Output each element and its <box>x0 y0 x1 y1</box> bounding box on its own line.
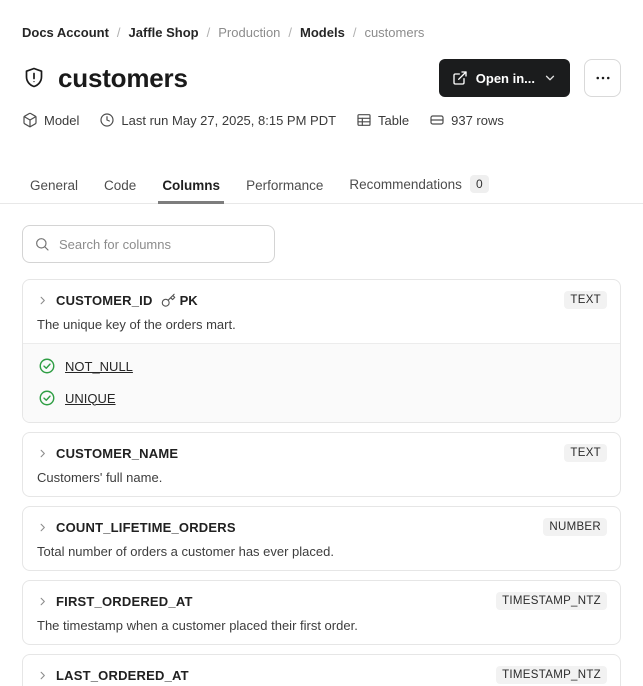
breadcrumb-separator: / <box>288 25 293 40</box>
column-name: COUNT_LIFETIME_ORDERS <box>56 519 236 535</box>
breadcrumb-item-current: customers <box>364 25 425 40</box>
chevron-right-icon[interactable] <box>37 670 48 681</box>
meta-last-run: Last run May 27, 2025, 8:15 PM PDT <box>99 112 336 128</box>
column-search <box>22 225 275 263</box>
key-icon <box>161 293 176 308</box>
ellipsis-icon <box>594 69 612 87</box>
chevron-right-icon[interactable] <box>37 448 48 459</box>
column-type-badge: TEXT <box>564 444 607 462</box>
column-name: CUSTOMER_ID <box>56 292 153 308</box>
tab-performance[interactable]: Performance <box>246 178 323 203</box>
column-description: Total number of orders a customer has ev… <box>37 544 334 559</box>
meta-materialization: Table <box>356 112 409 128</box>
column-type-badge: TIMESTAMP_NTZ <box>496 592 607 610</box>
column-card-last-ordered-at: LAST_ORDERED_AT TIMESTAMP_NTZ The timest… <box>22 654 621 686</box>
breadcrumb-item-account[interactable]: Docs Account <box>22 25 109 40</box>
column-tests: NOT_NULL UNIQUE <box>23 343 620 422</box>
clock-icon <box>99 112 115 128</box>
chevron-right-icon[interactable] <box>37 596 48 607</box>
column-name: FIRST_ORDERED_AT <box>56 593 193 609</box>
table-icon <box>356 112 372 128</box>
column-card-count-lifetime-orders: COUNT_LIFETIME_ORDERS NUMBER Total numbe… <box>22 506 621 571</box>
chevron-right-icon[interactable] <box>37 295 48 306</box>
tab-code[interactable]: Code <box>104 178 136 203</box>
column-name: LAST_ORDERED_AT <box>56 667 189 683</box>
more-options-button[interactable] <box>584 59 621 97</box>
meta-label: Table <box>378 112 410 128</box>
chevron-right-icon[interactable] <box>37 522 48 533</box>
column-card-customer-id: CUSTOMER_ID PK TEXT The unique key of th… <box>22 279 621 423</box>
external-link-icon <box>452 70 468 86</box>
breadcrumb-separator: / <box>206 25 211 40</box>
breadcrumb-item-models[interactable]: Models <box>300 25 345 40</box>
tab-recommendations[interactable]: Recommendations 0 <box>349 175 489 203</box>
shield-alert-icon <box>22 66 46 90</box>
meta-label: Last run May 27, 2025, 8:15 PM PDT <box>121 112 337 128</box>
search-icon <box>34 236 50 252</box>
model-detail-page: Docs Account / Jaffle Shop / Production … <box>0 0 643 686</box>
test-row: NOT_NULL <box>38 357 605 375</box>
page-header: customers Open in... <box>22 59 621 97</box>
meta-row: Model Last run May 27, 2025, 8:15 PM PDT <box>22 112 621 128</box>
breadcrumb-item-environment[interactable]: Production <box>218 25 280 40</box>
rows-icon <box>429 112 445 128</box>
column-type-badge: TEXT <box>564 291 607 309</box>
tab-general[interactable]: General <box>30 178 78 203</box>
column-card-first-ordered-at: FIRST_ORDERED_AT TIMESTAMP_NTZ The times… <box>22 580 621 645</box>
column-list: CUSTOMER_ID PK TEXT The unique key of th… <box>22 279 621 686</box>
check-circle-icon <box>38 357 56 375</box>
meta-resource-type: Model <box>22 112 79 128</box>
recommendations-count-badge: 0 <box>469 175 489 193</box>
tab-bar: General Code Columns Performance Recomme… <box>0 175 643 204</box>
meta-label: 937 rows <box>451 112 504 128</box>
check-circle-icon <box>38 389 56 407</box>
breadcrumb-item-project[interactable]: Jaffle Shop <box>129 25 199 40</box>
cube-icon <box>22 112 38 128</box>
search-input[interactable] <box>59 236 263 252</box>
test-link-unique[interactable]: UNIQUE <box>65 391 116 406</box>
column-card-customer-name: CUSTOMER_NAME TEXT Customers' full name. <box>22 432 621 497</box>
tab-columns[interactable]: Columns <box>158 178 224 204</box>
column-description: The unique key of the orders mart. <box>37 317 236 332</box>
column-type-badge: TIMESTAMP_NTZ <box>496 666 607 684</box>
chevron-down-icon <box>543 71 557 85</box>
open-in-button[interactable]: Open in... <box>438 59 570 97</box>
column-name: CUSTOMER_NAME <box>56 445 179 461</box>
meta-label: Model <box>44 112 80 128</box>
open-in-label: Open in... <box>475 70 535 86</box>
test-row: UNIQUE <box>38 389 605 407</box>
breadcrumb-separator: / <box>352 25 357 40</box>
primary-key-label: PK <box>179 292 198 308</box>
page-title: customers <box>58 62 188 93</box>
test-link-not-null[interactable]: NOT_NULL <box>65 359 133 374</box>
breadcrumb-separator: / <box>116 25 121 40</box>
column-type-badge: NUMBER <box>543 518 607 536</box>
breadcrumb: Docs Account / Jaffle Shop / Production … <box>22 0 621 40</box>
column-description: The timestamp when a customer placed the… <box>37 618 358 633</box>
column-description: Customers' full name. <box>37 470 163 485</box>
meta-row-count: 937 rows <box>429 112 504 128</box>
